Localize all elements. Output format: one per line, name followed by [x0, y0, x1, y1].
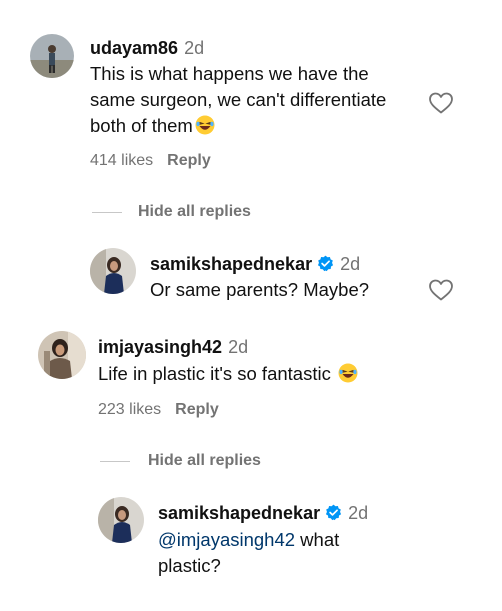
- reply-text-line: plastic?: [158, 555, 221, 576]
- reply-text-fragment: what: [295, 529, 340, 550]
- verified-badge-icon: [317, 255, 334, 272]
- reply-text-line: @imjayasingh42 what: [158, 527, 339, 553]
- mention-link[interactable]: @imjayasingh42: [158, 529, 295, 550]
- comment-meta: 223 likes Reply: [98, 401, 219, 419]
- comment-header: udayam86 2d: [90, 37, 204, 59]
- reply-header: samikshapednekar 2d: [158, 502, 368, 524]
- laughing-face-emoji-icon: [338, 363, 358, 383]
- verified-badge-icon: [325, 504, 342, 521]
- comment-text-line: both of them: [90, 113, 386, 139]
- comment-meta: 414 likes Reply: [90, 152, 211, 170]
- timestamp: 2d: [228, 337, 249, 357]
- likes-count[interactable]: 223 likes: [98, 401, 161, 418]
- hide-replies-button[interactable]: Hide all replies: [148, 452, 261, 470]
- timestamp: 2d: [340, 254, 361, 274]
- reply-header: samikshapednekar 2d: [150, 253, 360, 275]
- avatar-samikshapednekar[interactable]: [98, 497, 144, 543]
- timestamp: 2d: [348, 503, 369, 523]
- likes-count[interactable]: 414 likes: [90, 152, 153, 169]
- reply-text: @imjayasingh42 what plastic?: [158, 527, 339, 579]
- like-heart-icon[interactable]: [428, 278, 454, 302]
- laughing-face-emoji-icon: [195, 115, 215, 135]
- username[interactable]: samikshapednekar: [158, 503, 320, 523]
- username[interactable]: imjayasingh42: [98, 337, 222, 357]
- reply-button[interactable]: Reply: [167, 152, 211, 169]
- comment-text: Life in plastic it's so fantastic: [98, 361, 358, 387]
- avatar-udayam86[interactable]: [30, 34, 74, 78]
- timestamp: 2d: [184, 38, 205, 58]
- divider-line: [92, 212, 122, 213]
- comment-text-fragment: Life in plastic it's so fantastic: [98, 363, 331, 384]
- divider-line: [100, 461, 130, 462]
- avatar-imjayasingh42[interactable]: [38, 331, 86, 379]
- comment-header: imjayasingh42 2d: [98, 336, 248, 358]
- comment-text: This is what happens we have the same su…: [90, 61, 386, 139]
- reply-button[interactable]: Reply: [175, 401, 219, 418]
- reply-text: Or same parents? Maybe?: [150, 279, 370, 300]
- comment-text-line: same surgeon, we can't differentiate: [90, 89, 387, 110]
- hide-replies-button[interactable]: Hide all replies: [138, 203, 251, 221]
- username[interactable]: udayam86: [90, 38, 178, 58]
- username[interactable]: samikshapednekar: [150, 254, 312, 274]
- comment-text-line: This is what happens we have the: [90, 63, 369, 84]
- like-heart-icon[interactable]: [428, 91, 454, 115]
- comment-text-fragment: both of them: [90, 115, 193, 136]
- avatar-samikshapednekar[interactable]: [90, 248, 136, 294]
